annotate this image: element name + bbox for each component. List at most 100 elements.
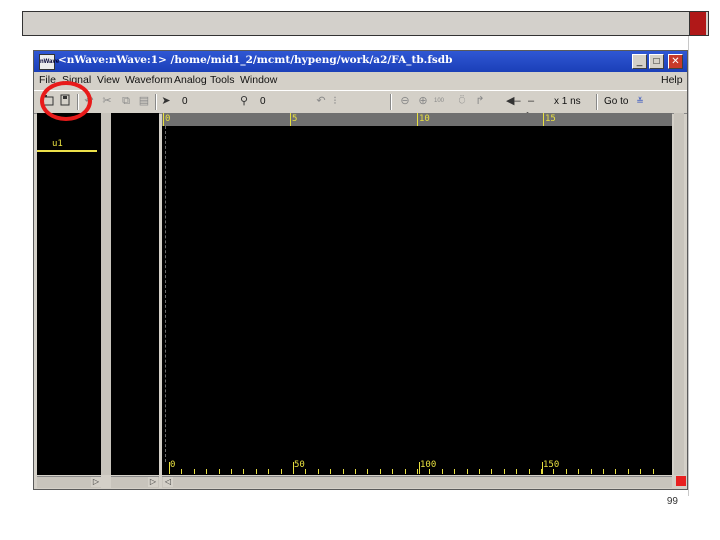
- ruler-minor-tick: [603, 469, 604, 474]
- menu-analog[interactable]: Analog: [174, 74, 207, 86]
- marker-time-field[interactable]: 0: [260, 94, 266, 109]
- ruler-minor-tick: [466, 469, 468, 474]
- time-cursor-line[interactable]: [165, 126, 166, 462]
- ruler-minor-tick: [231, 469, 232, 474]
- ruler-label: 5: [292, 114, 298, 124]
- page-number: 99: [666, 496, 678, 507]
- ruler-tick: [290, 113, 291, 126]
- signal-name-pane[interactable]: u1: [37, 113, 101, 475]
- scroll-right-arrow-icon[interactable]: ▷: [148, 477, 158, 487]
- ruler-minor-tick: [392, 469, 394, 474]
- search-next-icon[interactable]: ↱: [474, 94, 486, 109]
- paste-icon[interactable]: ▤: [138, 94, 150, 109]
- ruler-minor-tick: [578, 469, 580, 474]
- menu-tools[interactable]: Tools: [210, 74, 235, 86]
- waveform-scrollbar[interactable]: [674, 113, 684, 475]
- ruler-minor-tick: [627, 469, 629, 474]
- ruler-minor-tick: [355, 469, 356, 474]
- redo-zoom-icon[interactable]: ⁝: [331, 94, 339, 109]
- ruler-minor-tick: [615, 469, 617, 474]
- ruler-minor-tick: [516, 469, 518, 474]
- ruler-minor-tick: [640, 469, 642, 474]
- cut-icon[interactable]: ✂: [101, 94, 113, 109]
- ruler-minor-tick: [503, 469, 505, 474]
- ruler-label: 50: [294, 460, 305, 470]
- marker-icon[interactable]: ⚲: [237, 94, 251, 109]
- ruler-minor-tick: [479, 469, 480, 474]
- ruler-minor-tick: [255, 469, 257, 474]
- ruler-minor-tick: [330, 469, 332, 474]
- app-icon: nWave: [39, 54, 59, 70]
- toolbar-separator: [596, 94, 598, 110]
- zoom-fit-icon[interactable]: 100: [432, 94, 446, 109]
- ruler-minor-tick: [441, 469, 443, 474]
- ruler-minor-tick: [565, 469, 567, 474]
- corner-marker: [676, 476, 686, 486]
- zoom-in-icon[interactable]: ⊕: [416, 94, 430, 109]
- zoom-out-icon[interactable]: ⊖: [398, 94, 412, 109]
- header-accent-square: [689, 12, 706, 35]
- ruler-minor-tick: [169, 469, 170, 474]
- ruler-minor-tick: [181, 469, 183, 474]
- ruler-minor-tick: [268, 469, 270, 474]
- ruler-tick: [542, 462, 543, 474]
- back-icon[interactable]: ◀–: [506, 94, 521, 109]
- ruler-minor-tick: [652, 469, 654, 474]
- slide-right-rule: [688, 36, 689, 496]
- ruler-minor-tick: [417, 469, 418, 474]
- goto-field[interactable]: Go to: [604, 94, 628, 109]
- goto-dropdown-icon[interactable]: ≚: [635, 94, 645, 109]
- toolbar-separator: [155, 94, 157, 110]
- menu-help[interactable]: Help: [661, 74, 683, 86]
- ruler-minor-tick: [342, 469, 344, 474]
- ruler-minor-tick: [305, 469, 307, 474]
- ruler-minor-tick: [528, 469, 530, 474]
- ruler-tick: [543, 113, 544, 126]
- menu-waveform[interactable]: Waveform: [125, 74, 172, 86]
- slide-header-bar: [22, 11, 709, 36]
- ruler-tick: [163, 113, 164, 126]
- ruler-minor-tick: [293, 469, 294, 474]
- ruler-minor-tick: [317, 469, 319, 474]
- ruler-minor-tick: [218, 469, 220, 474]
- ruler-minor-tick: [404, 469, 406, 474]
- ruler-label: 0: [165, 114, 171, 124]
- ruler-minor-tick: [243, 469, 245, 474]
- toolbar: ↶ ✂ ⧉ ▤ ➤ 0 ⚲ 0 ↶ ⁝ ⊖ ⊕ 100 ⍥ ↱ ◀– –▶ x …: [34, 90, 687, 122]
- forward-icon[interactable]: –▶: [524, 94, 538, 122]
- maximize-button[interactable]: □: [649, 54, 664, 69]
- ruler-label: 15: [545, 114, 556, 124]
- ruler-minor-tick: [280, 469, 282, 474]
- nwave-window: nWave <nWave:nWave:1> /home/mid1_2/mcmt/…: [33, 50, 688, 490]
- menu-window[interactable]: Window: [240, 74, 277, 86]
- menu-view[interactable]: View: [97, 74, 120, 86]
- ruler-label: 0: [170, 460, 176, 470]
- ruler-minor-tick: [367, 469, 369, 474]
- scroll-right-arrow-icon[interactable]: ▷: [91, 477, 101, 487]
- signal-value-pane[interactable]: [111, 113, 159, 475]
- bottom-time-ruler: 0 50 100 150: [162, 460, 672, 475]
- title-bar[interactable]: nWave <nWave:nWave:1> /home/mid1_2/mcmt/…: [34, 51, 687, 72]
- ruler-label: 10: [419, 114, 430, 124]
- toolbar-separator: [390, 94, 392, 110]
- signal-name[interactable]: u1: [52, 139, 63, 149]
- search-icon[interactable]: ⍥: [456, 94, 468, 109]
- undo-zoom-icon[interactable]: ↶: [315, 94, 327, 109]
- ruler-minor-tick: [553, 469, 555, 474]
- cursor-time-field[interactable]: 0: [182, 94, 188, 109]
- ruler-minor-tick: [206, 469, 208, 474]
- ruler-minor-tick: [429, 469, 431, 474]
- copy-icon[interactable]: ⧉: [120, 94, 132, 109]
- signal-pane-scrollbar[interactable]: [101, 113, 111, 475]
- top-time-ruler: 0 5 10 15: [162, 113, 672, 126]
- zoom-unit-field[interactable]: x 1 ns: [554, 94, 581, 109]
- window-title: <nWave:nWave:1> /home/mid1_2/mcmt/hypeng…: [58, 54, 453, 66]
- waveform-pane[interactable]: 0 5 10 15 0 50 100 150: [162, 113, 672, 475]
- close-button[interactable]: ✕: [668, 54, 683, 69]
- scroll-left-arrow-icon[interactable]: ◁: [163, 477, 173, 487]
- highlight-circle: [40, 81, 92, 121]
- pointer-icon[interactable]: ➤: [160, 94, 172, 109]
- ruler-minor-tick: [491, 469, 493, 474]
- waveform-hscroll[interactable]: [162, 476, 672, 488]
- minimize-button[interactable]: _: [632, 54, 647, 69]
